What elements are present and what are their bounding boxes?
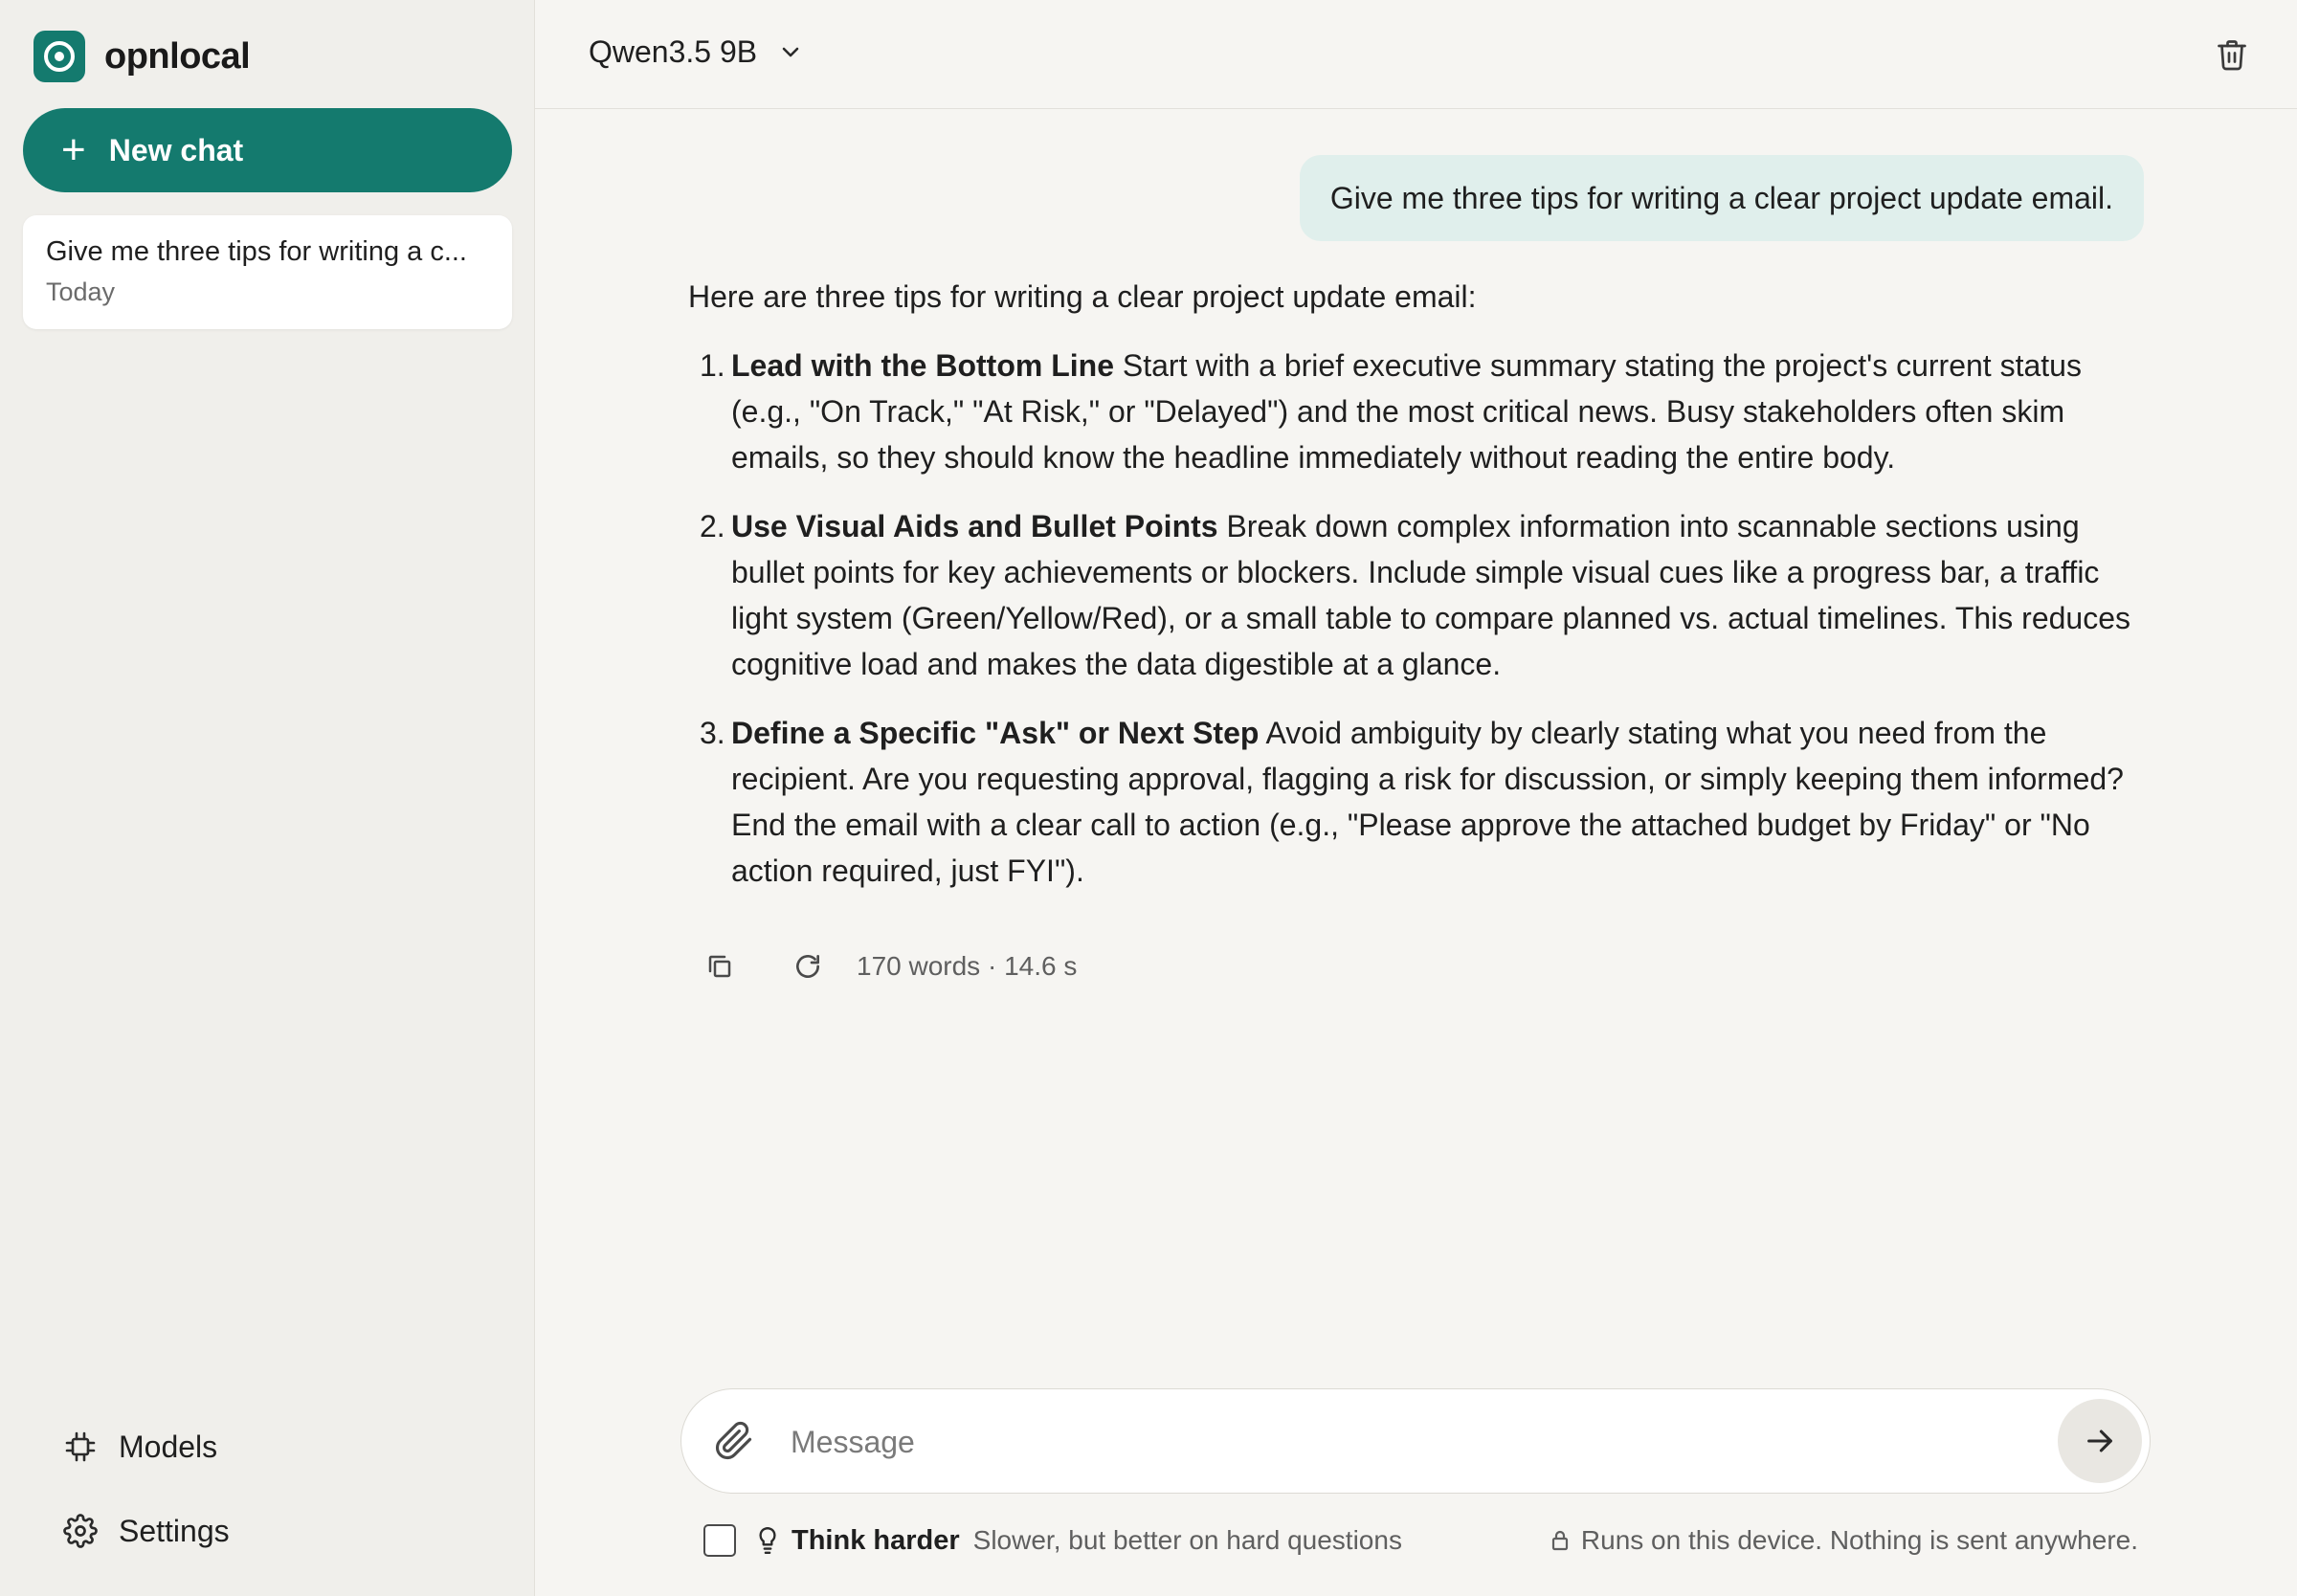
new-chat-label: New chat: [108, 132, 244, 167]
chevron-down-icon: [780, 46, 801, 59]
plus-icon: +: [61, 126, 86, 173]
chat-history-date: Today: [46, 277, 116, 306]
user-message-bubble: Give me three tips for writing a clear p…: [1299, 155, 2144, 241]
list-item: 3. Define a Specific "Ask" or Next Step …: [688, 710, 2143, 894]
paperclip-icon[interactable]: [714, 1421, 754, 1466]
model-name: Qwen3.5 9B: [589, 34, 758, 69]
sidebar-item-label: Settings: [119, 1513, 230, 1548]
tips-list: 1. Lead with the Bottom Line Start with …: [688, 343, 2143, 894]
message-input[interactable]: [791, 1416, 1987, 1468]
app-window: opnlocal + New chat Give me three tips f…: [0, 0, 2297, 1596]
composer-footer: Think harder Slower, but better on hard …: [703, 1521, 2138, 1560]
sidebar-item-models[interactable]: Models: [61, 1428, 217, 1466]
gear-icon: [61, 1512, 100, 1550]
reply-intro: Here are three tips for writing a clear …: [688, 279, 1477, 314]
copy-icon[interactable]: [698, 944, 742, 988]
think-harder-label: Think harder: [792, 1524, 960, 1556]
topbar: Qwen3.5 9B: [535, 0, 2297, 109]
target-circle-icon: [33, 31, 85, 82]
think-harder-hint: Slower, but better on hard questions: [972, 1525, 1402, 1555]
app-name: opnlocal: [104, 35, 251, 77]
user-message-text: Give me three tips for writing a clear p…: [1329, 180, 2113, 215]
main-panel: Qwen3.5 9B Give me three tips for writin…: [535, 0, 2297, 1596]
tip-title: Lead with the Bottom Line: [731, 348, 1114, 383]
lightbulb-icon: [755, 1526, 780, 1555]
assistant-reply: Here are three tips for writing a clear …: [688, 274, 2143, 917]
chat-history-item[interactable]: Give me three tips for writing a c... To…: [23, 215, 512, 329]
list-item: 2. Use Visual Aids and Bullet Points Bre…: [688, 503, 2143, 687]
privacy-text: Runs on this device. Nothing is sent any…: [1580, 1525, 2138, 1555]
regenerate-icon[interactable]: [786, 944, 830, 988]
sidebar: opnlocal + New chat Give me three tips f…: [0, 0, 535, 1596]
arrow-right-icon: [2087, 1430, 2112, 1452]
tip-title: Define a Specific "Ask" or Next Step: [731, 716, 1260, 750]
list-item: 1. Lead with the Bottom Line Start with …: [688, 343, 2143, 480]
send-button[interactable]: [2058, 1399, 2142, 1483]
chat-history-title: Give me three tips for writing a c...: [46, 236, 467, 267]
sidebar-item-label: Models: [119, 1429, 218, 1464]
reply-stats: 170 words · 14.6 s: [857, 951, 1078, 981]
lock-icon: [1550, 1529, 1570, 1552]
think-harder-checkbox[interactable]: [703, 1524, 736, 1557]
trash-icon[interactable]: [2215, 36, 2249, 78]
list-number: 2.: [700, 509, 725, 543]
sidebar-item-settings[interactable]: Settings: [61, 1512, 230, 1550]
list-number: 3.: [700, 716, 725, 750]
message-composer: [680, 1388, 2151, 1494]
model-selector[interactable]: Qwen3.5 9B: [589, 34, 801, 70]
brand: opnlocal: [33, 31, 251, 82]
new-chat-button[interactable]: + New chat: [23, 108, 512, 192]
list-number: 1.: [700, 348, 725, 383]
chip-icon: [61, 1428, 100, 1466]
privacy-note: Runs on this device. Nothing is sent any…: [1550, 1525, 2138, 1556]
tip-title: Use Visual Aids and Bullet Points: [731, 509, 1218, 543]
reply-meta: 170 words · 14.6 s: [698, 944, 1077, 988]
